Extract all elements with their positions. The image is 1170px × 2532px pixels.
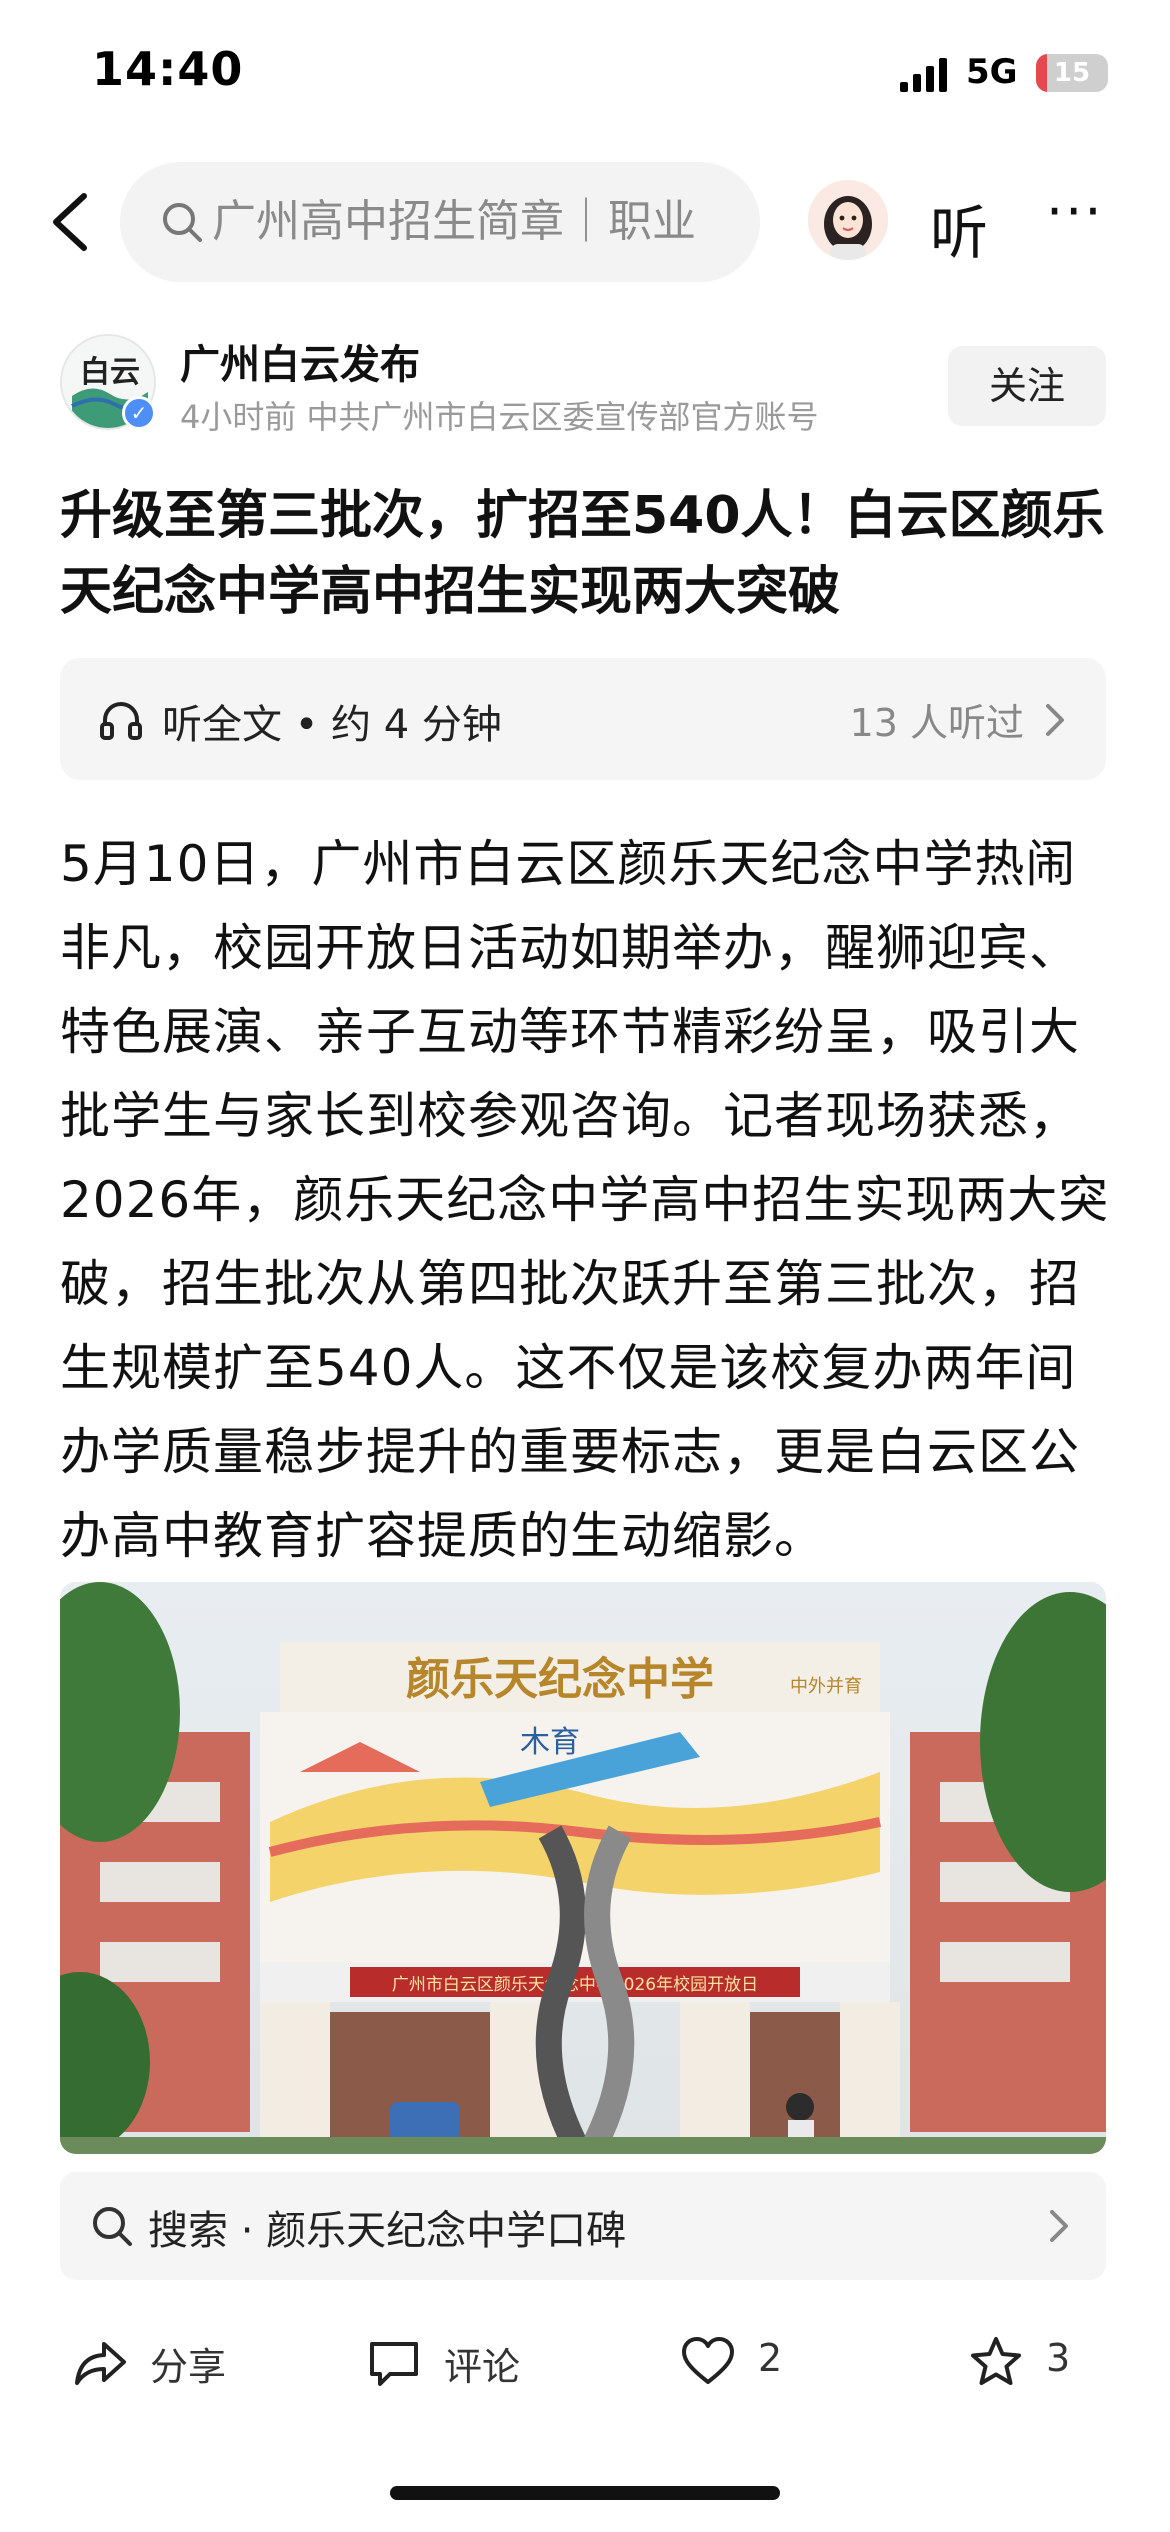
search-icon [93,2207,132,2246]
verified-icon: ✓ [122,396,156,430]
comment-icon [370,2342,418,2386]
chevron-right-icon [1050,2210,1068,2242]
comment-button[interactable]: 评论 [366,2326,566,2396]
author-name[interactable]: 广州白云发布 [180,332,420,390]
article-photo[interactable]: 颜乐天纪念中学 中外并育 木育 广州市白云区颜乐天纪念中学2026年校园开放日 [60,1582,1106,2154]
heart-icon [682,2337,734,2384]
headphone-icon [100,702,142,740]
share-button[interactable]: 分享 [72,2326,272,2396]
article-title: 升级至第三批次，扩招至540人！白云区颜乐天纪念中学高中招生实现两大突破 [60,486,1105,622]
listen-button[interactable]: 听 [930,186,988,270]
more-button[interactable]: ··· [1046,180,1104,243]
audio-listen-count: 13 人听过 [849,701,1024,745]
search-icon [163,203,202,242]
favorite-count: 3 [1046,2336,1071,2380]
listen-full-text-bar[interactable]: 听全文 • 约 4 分钟 13 人听过 [60,658,1106,780]
action-bar: 分享 评论 2 3 [0,2300,1170,2420]
related-search-text: 搜索 · 颜乐天纪念中学口碑 [148,2208,627,2254]
network-label: 5G [966,52,1018,92]
status-time: 14:40 [92,42,244,96]
girl-avatar-icon [808,180,888,260]
status-bar: 14:40 5G 15 [0,0,1170,150]
favorite-button[interactable]: 3 [968,2326,1108,2396]
school-motto-sign: 中外并育 [790,1676,862,1697]
audio-label: 听全文 • 约 4 分钟 [162,702,502,748]
tagline-sign: 木育 [520,1725,580,1760]
battery-text: 15 [1053,58,1091,88]
share-label: 分享 [150,2345,227,2389]
assistant-avatar-icon[interactable] [808,180,888,260]
school-name-sign: 颜乐天纪念中学 [406,1654,714,1705]
author-row: 白云 ✓ 广州白云发布 4小时前 中共广州市白云区委宣传部官方账号 关注 [0,330,1170,440]
search-bar[interactable]: 广州高中招生简章｜职业 [120,162,760,282]
nav-bar: 广州高中招生简章｜职业 听 ··· [0,150,1170,290]
home-indicator [390,2486,780,2500]
battery-icon: 15 [1036,54,1108,92]
like-button[interactable]: 2 [680,2326,840,2396]
school-gate-image: 颜乐天纪念中学 中外并育 木育 广州市白云区颜乐天纪念中学2026年校园开放日 [60,1582,1106,2154]
chevron-right-icon [1046,704,1064,736]
follow-button[interactable]: 关注 [948,346,1106,426]
related-search-bar[interactable]: 搜索 · 颜乐天纪念中学口碑 [60,2172,1106,2280]
signal-icon [900,58,947,92]
comment-label: 评论 [444,2345,521,2389]
share-icon [75,2342,126,2385]
author-meta: 4小时前 中共广州市白云区委宣传部官方账号 [180,398,819,436]
search-query: 广州高中招生简章｜职业 [212,196,696,247]
article-body: 5月10日，广州市白云区颜乐天纪念中学热闹非凡，校园开放日活动如期举办，醒狮迎宾… [60,835,1110,1565]
avatar-text: 白云 [80,355,140,390]
like-count: 2 [758,2336,783,2380]
star-icon [971,2337,1021,2385]
back-button[interactable] [44,190,104,254]
